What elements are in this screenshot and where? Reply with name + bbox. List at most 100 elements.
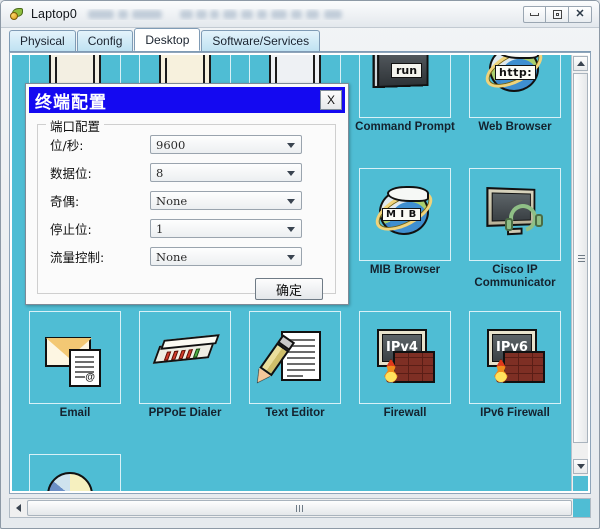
window-controls: ✕ bbox=[523, 5, 592, 23]
desktop-icon-mib-browser[interactable]: M I B MIB Browser bbox=[350, 164, 460, 307]
field-label: 位/秒: bbox=[50, 138, 84, 153]
icon-tile: IPv4 bbox=[359, 311, 451, 404]
chevron-down-icon bbox=[287, 199, 295, 204]
grip-icon bbox=[295, 504, 304, 512]
triangle-left-icon bbox=[15, 504, 21, 512]
icon-label: Web Browser bbox=[478, 121, 552, 133]
maximize-button[interactable] bbox=[546, 5, 569, 23]
firewall-icon: IPv4 bbox=[373, 327, 437, 389]
select-value: None bbox=[156, 249, 188, 264]
laptop-window: Laptop0 ✕ Physical Config Desktop Softwa… bbox=[0, 0, 600, 529]
tab-physical[interactable]: Physical bbox=[9, 30, 76, 51]
icon-tile: M I B bbox=[359, 168, 451, 261]
email-icon: @ bbox=[43, 327, 107, 389]
window-title: Laptop0 bbox=[31, 7, 77, 21]
scroll-down-button[interactable] bbox=[573, 459, 588, 474]
field-label: 流量控制: bbox=[50, 250, 105, 265]
dialog-title: 终端配置 bbox=[35, 92, 107, 113]
desktop-icon[interactable] bbox=[20, 450, 130, 491]
grip-icon bbox=[578, 254, 585, 262]
ok-button[interactable]: 确定 bbox=[255, 278, 323, 300]
desktop-icon-ipv6-firewall[interactable]: IPv6 IPv6 Firewall bbox=[460, 307, 570, 450]
icon-tile bbox=[469, 168, 561, 261]
icon-tile: @ bbox=[29, 311, 121, 404]
desktop-icon-text-editor[interactable]: Text Editor bbox=[240, 307, 350, 450]
maximize-icon bbox=[552, 9, 562, 19]
icon-label: Text Editor bbox=[265, 407, 325, 419]
field-label: 数据位: bbox=[50, 166, 92, 181]
icon-tile bbox=[29, 454, 121, 491]
icon-label: Firewall bbox=[383, 407, 427, 419]
icon-label: Cisco IP Communicator bbox=[474, 264, 556, 289]
cisco-ip-communicator-icon bbox=[483, 184, 547, 246]
dialog-close-button[interactable]: X bbox=[320, 90, 342, 110]
command-prompt-icon: run bbox=[372, 55, 437, 103]
web-browser-icon: http: bbox=[479, 55, 549, 103]
data-bits-select[interactable]: 8 bbox=[150, 163, 302, 182]
dialog-titlebar: 终端配置 X bbox=[29, 87, 345, 113]
icon-tile: run bbox=[359, 55, 451, 118]
vertical-scrollbar[interactable] bbox=[571, 55, 588, 491]
title-blurred-text bbox=[84, 9, 515, 20]
field-label: 停止位: bbox=[50, 222, 92, 237]
field-row-stop-bits: 停止位: 1 bbox=[38, 215, 335, 242]
icon-tile: IPv6 bbox=[469, 311, 561, 404]
flow-control-select[interactable]: None bbox=[150, 247, 302, 266]
desktop-icon-pppoe-dialer[interactable]: PPPoE Dialer bbox=[130, 307, 240, 450]
pie-chart-icon bbox=[43, 470, 107, 491]
stop-bits-select[interactable]: 1 bbox=[150, 219, 302, 238]
icon-label: Command Prompt bbox=[355, 121, 455, 133]
field-row-parity: 奇偶: None bbox=[38, 187, 335, 214]
scrollbar-corner bbox=[573, 476, 588, 491]
scroll-left-button[interactable] bbox=[10, 499, 26, 517]
desktop-icon-email[interactable]: @ Email bbox=[20, 307, 130, 450]
triangle-up-icon bbox=[576, 61, 585, 66]
close-icon: ✕ bbox=[575, 7, 585, 20]
field-label: 奇偶: bbox=[50, 194, 80, 209]
icon-label: PPPoE Dialer bbox=[148, 407, 222, 419]
desktop-icon-cisco-ip-communicator[interactable]: Cisco IP Communicator bbox=[460, 164, 570, 307]
tab-software-services[interactable]: Software/Services bbox=[201, 30, 321, 51]
desktop-icon-web-browser[interactable]: http: Web Browser bbox=[460, 55, 570, 164]
terminal-configuration-dialog: 终端配置 X 端口配置 位/秒: 9600 数据位: 8 奇偶: None 停止… bbox=[25, 83, 349, 305]
horizontal-scroll-thumb[interactable] bbox=[27, 500, 572, 516]
parity-select[interactable]: None bbox=[150, 191, 302, 210]
http-badge: http: bbox=[495, 64, 537, 80]
field-row-bits-per-second: 位/秒: 9600 bbox=[38, 131, 335, 158]
chevron-down-icon bbox=[287, 171, 295, 176]
tab-config[interactable]: Config bbox=[76, 30, 134, 51]
icon-tile bbox=[249, 311, 341, 404]
tab-bar: Physical Config Desktop Software/Service… bbox=[9, 28, 591, 52]
select-value: 8 bbox=[156, 165, 164, 180]
window-titlebar: Laptop0 ✕ bbox=[1, 1, 599, 28]
dialog-actions: 确定 bbox=[38, 278, 335, 300]
vertical-scroll-thumb[interactable] bbox=[573, 73, 588, 443]
bits-per-second-select[interactable]: 9600 bbox=[150, 135, 302, 154]
select-value: 9600 bbox=[156, 137, 186, 152]
horizontal-scrollbar[interactable] bbox=[9, 498, 591, 518]
chevron-down-icon bbox=[287, 143, 295, 148]
field-row-data-bits: 数据位: 8 bbox=[38, 159, 335, 186]
chevron-down-icon bbox=[287, 227, 295, 232]
desktop-icon-command-prompt[interactable]: run Command Prompt bbox=[350, 55, 460, 164]
scroll-up-button[interactable] bbox=[573, 56, 588, 71]
mib-badge: M I B bbox=[382, 207, 421, 221]
mib-browser-icon: M I B bbox=[369, 182, 439, 246]
port-configuration-group: 端口配置 位/秒: 9600 数据位: 8 奇偶: None 停止位: 1 流量… bbox=[37, 116, 336, 300]
app-icon bbox=[10, 7, 25, 22]
pppoe-dialer-icon bbox=[152, 327, 220, 389]
icon-label: Email bbox=[59, 407, 91, 419]
desktop-icon-firewall[interactable]: IPv4 Firewall bbox=[350, 307, 460, 450]
minimize-icon bbox=[530, 12, 539, 16]
icon-label: IPv6 Firewall bbox=[480, 407, 550, 419]
tab-desktop[interactable]: Desktop bbox=[134, 28, 201, 51]
run-badge: run bbox=[391, 62, 423, 78]
group-label: 端口配置 bbox=[46, 116, 105, 135]
icon-label: MIB Browser bbox=[369, 264, 441, 276]
icon-tile: http: bbox=[469, 55, 561, 118]
close-button[interactable]: ✕ bbox=[569, 5, 592, 23]
horizontal-scrollbar-end bbox=[573, 499, 590, 517]
icon-tile bbox=[139, 311, 231, 404]
field-row-flow-control: 流量控制: None bbox=[38, 243, 335, 270]
minimize-button[interactable] bbox=[523, 5, 546, 23]
